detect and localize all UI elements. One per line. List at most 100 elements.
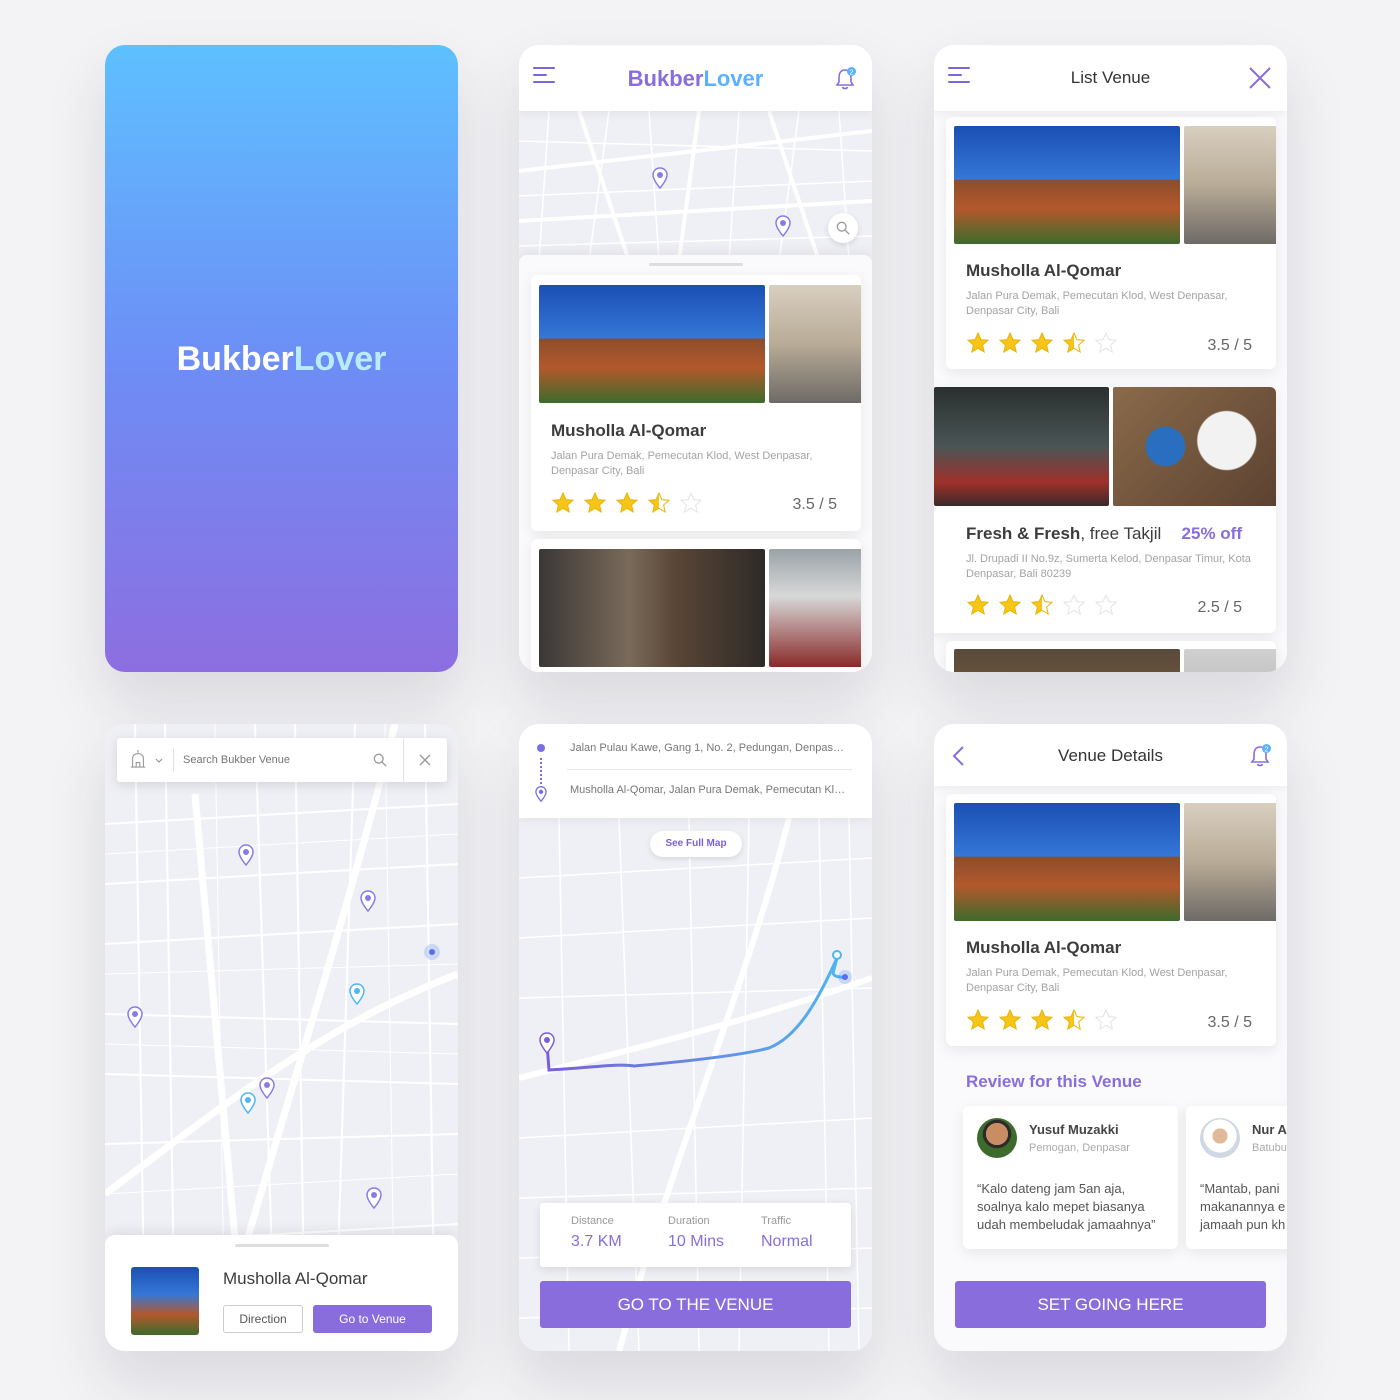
star-filled-icon xyxy=(998,331,1022,354)
star-half-icon xyxy=(1030,593,1054,616)
venue-photos xyxy=(954,649,1276,672)
mosque-photo xyxy=(954,126,1180,244)
map-pin-icon[interactable] xyxy=(240,1092,256,1114)
map-pin-icon[interactable] xyxy=(652,167,668,189)
search-icon xyxy=(836,221,850,235)
rating-text: 2.5 / 5 xyxy=(1197,599,1242,616)
avatar xyxy=(977,1118,1017,1158)
route-screen: Jalan Pulau Kawe, Gang 1, No. 2, Pedunga… xyxy=(519,724,872,1351)
reviewer-location: Batubu xyxy=(1252,1142,1287,1154)
review-card[interactable]: Nur A Batubu “Mantab, pani makanannya e … xyxy=(1186,1106,1287,1249)
star-filled-icon xyxy=(1030,331,1054,354)
page-title: List Venue xyxy=(1070,68,1151,87)
venue-address: Jalan Pura Demak, Pemecutan Klod, West D… xyxy=(551,450,813,477)
mosque-photo xyxy=(954,803,1180,921)
see-full-map-button[interactable]: See Full Map xyxy=(650,831,742,857)
route-line xyxy=(545,957,846,1072)
venue-preview-sheet[interactable]: Musholla Al-Qomar Direction Go to Venue xyxy=(105,1235,458,1351)
search-input[interactable] xyxy=(183,750,363,770)
stat-traffic: Traffic Normal xyxy=(761,1215,813,1250)
congregation-photo xyxy=(1184,803,1276,921)
star-rating xyxy=(966,331,1118,355)
venue-card[interactable] xyxy=(531,539,861,672)
venue-photos xyxy=(539,285,861,403)
origin-dot xyxy=(537,744,545,752)
direction-button[interactable]: Direction xyxy=(223,1305,303,1333)
star-filled-icon xyxy=(615,491,639,514)
page-title: Venue Details xyxy=(1058,746,1163,765)
close-icon[interactable] xyxy=(419,754,431,766)
stat-distance: Distance 3.7 KM xyxy=(571,1215,622,1250)
bell-icon[interactable]: 2 xyxy=(1249,744,1271,768)
map-pin-icon[interactable] xyxy=(366,1187,382,1209)
go-to-venue-button[interactable]: GO TO THE VENUE xyxy=(540,1281,851,1328)
map-pin-icon[interactable] xyxy=(259,1077,275,1099)
venue-photos xyxy=(954,126,1276,244)
rating-text: 3.5 / 5 xyxy=(1207,1014,1252,1031)
set-going-here-button[interactable]: SET GOING HERE xyxy=(955,1281,1266,1328)
map-search-button[interactable] xyxy=(828,213,858,243)
drag-handle[interactable] xyxy=(235,1244,329,1247)
reviewer-location: Pemogan, Denpasar xyxy=(1029,1142,1130,1154)
venue-name: Musholla Al-Qomar xyxy=(223,1269,368,1288)
map-pin-icon[interactable] xyxy=(127,1006,143,1028)
review-heading: Review for this Venue xyxy=(966,1072,1142,1091)
map-view[interactable] xyxy=(519,111,872,261)
venue-name: Musholla Al-Qomar xyxy=(966,938,1122,957)
food-photo xyxy=(1113,387,1276,506)
building-photo xyxy=(1184,649,1276,672)
search-icon[interactable] xyxy=(373,753,387,767)
restaurant-photo xyxy=(934,387,1109,506)
star-filled-icon xyxy=(966,593,990,616)
review-text: “Kalo dateng jam 5an aja, soalnya kalo m… xyxy=(977,1181,1156,1232)
avatar xyxy=(1200,1118,1240,1158)
star-half-icon xyxy=(1062,331,1086,354)
star-filled-icon xyxy=(1030,1008,1054,1031)
venue-photos[interactable] xyxy=(954,803,1276,921)
mosque-icon[interactable] xyxy=(129,748,147,770)
star-filled-icon xyxy=(583,491,607,514)
route-dots xyxy=(540,758,542,788)
venue-photos xyxy=(539,549,861,667)
star-filled-icon xyxy=(966,331,990,354)
origin-address[interactable]: Jalan Pulau Kawe, Gang 1, No. 2, Pedunga… xyxy=(570,742,860,754)
star-rating xyxy=(966,1008,1118,1032)
map-view[interactable] xyxy=(519,818,872,1351)
bottom-sheet[interactable]: Musholla Al-Qomar Jalan Pura Demak, Peme… xyxy=(519,255,872,672)
venue-details-screen: Venue Details 2 Musholla Al-Qomar Jalan … xyxy=(934,724,1287,1351)
venue-card[interactable]: Fresh & Fresh, free Takjil 25% off Jl. D… xyxy=(934,387,1276,633)
map-pin-icon[interactable] xyxy=(238,844,254,866)
destination-address[interactable]: Musholla Al-Qomar, Jalan Pura Demak, Pem… xyxy=(570,784,860,796)
venue-name: Musholla Al-Qomar xyxy=(966,261,1122,280)
stat-duration: Duration 10 Mins xyxy=(668,1215,725,1250)
star-rating xyxy=(551,491,703,515)
review-card[interactable]: Yusuf Muzakki Pemogan, Denpasar “Kalo da… xyxy=(963,1106,1178,1249)
chevron-down-icon[interactable] xyxy=(155,758,163,764)
mosque-photo xyxy=(954,649,1180,672)
venue-card[interactable]: Musholla Al-Qomar Jalan Pura Demak, Peme… xyxy=(531,275,861,531)
star-rating xyxy=(966,593,1118,617)
close-icon[interactable] xyxy=(1247,65,1273,91)
destination-marker xyxy=(832,950,842,960)
promo-badge: 25% off xyxy=(1181,524,1242,543)
go-to-venue-button[interactable]: Go to Venue xyxy=(313,1305,432,1333)
star-half-icon xyxy=(1062,1008,1086,1031)
route-stats-card: Distance 3.7 KM Duration 10 Mins Traffic… xyxy=(540,1203,851,1267)
congregation-photo xyxy=(769,549,861,667)
list-venue-screen: List Venue Musholla Al-Qomar Jalan Pura … xyxy=(934,45,1287,672)
bell-icon[interactable]: 2 xyxy=(834,67,856,91)
map-pin-icon[interactable] xyxy=(349,983,365,1005)
star-empty-icon xyxy=(1094,593,1118,616)
star-empty-icon xyxy=(1094,331,1118,354)
reviewer-name: Nur A xyxy=(1252,1122,1287,1137)
venue-thumbnail xyxy=(131,1267,199,1335)
origin-pin-icon xyxy=(539,1032,555,1054)
map-pin-icon[interactable] xyxy=(360,890,376,912)
venue-name: Fresh & Fresh, free Takjil xyxy=(966,524,1162,543)
map-pin-icon[interactable] xyxy=(775,215,791,237)
venue-photos xyxy=(934,387,1276,506)
current-location-dot xyxy=(424,944,440,960)
venue-card[interactable] xyxy=(946,641,1276,672)
venue-card[interactable]: Musholla Al-Qomar Jalan Pura Demak, Peme… xyxy=(946,117,1276,369)
drag-handle[interactable] xyxy=(649,263,743,266)
